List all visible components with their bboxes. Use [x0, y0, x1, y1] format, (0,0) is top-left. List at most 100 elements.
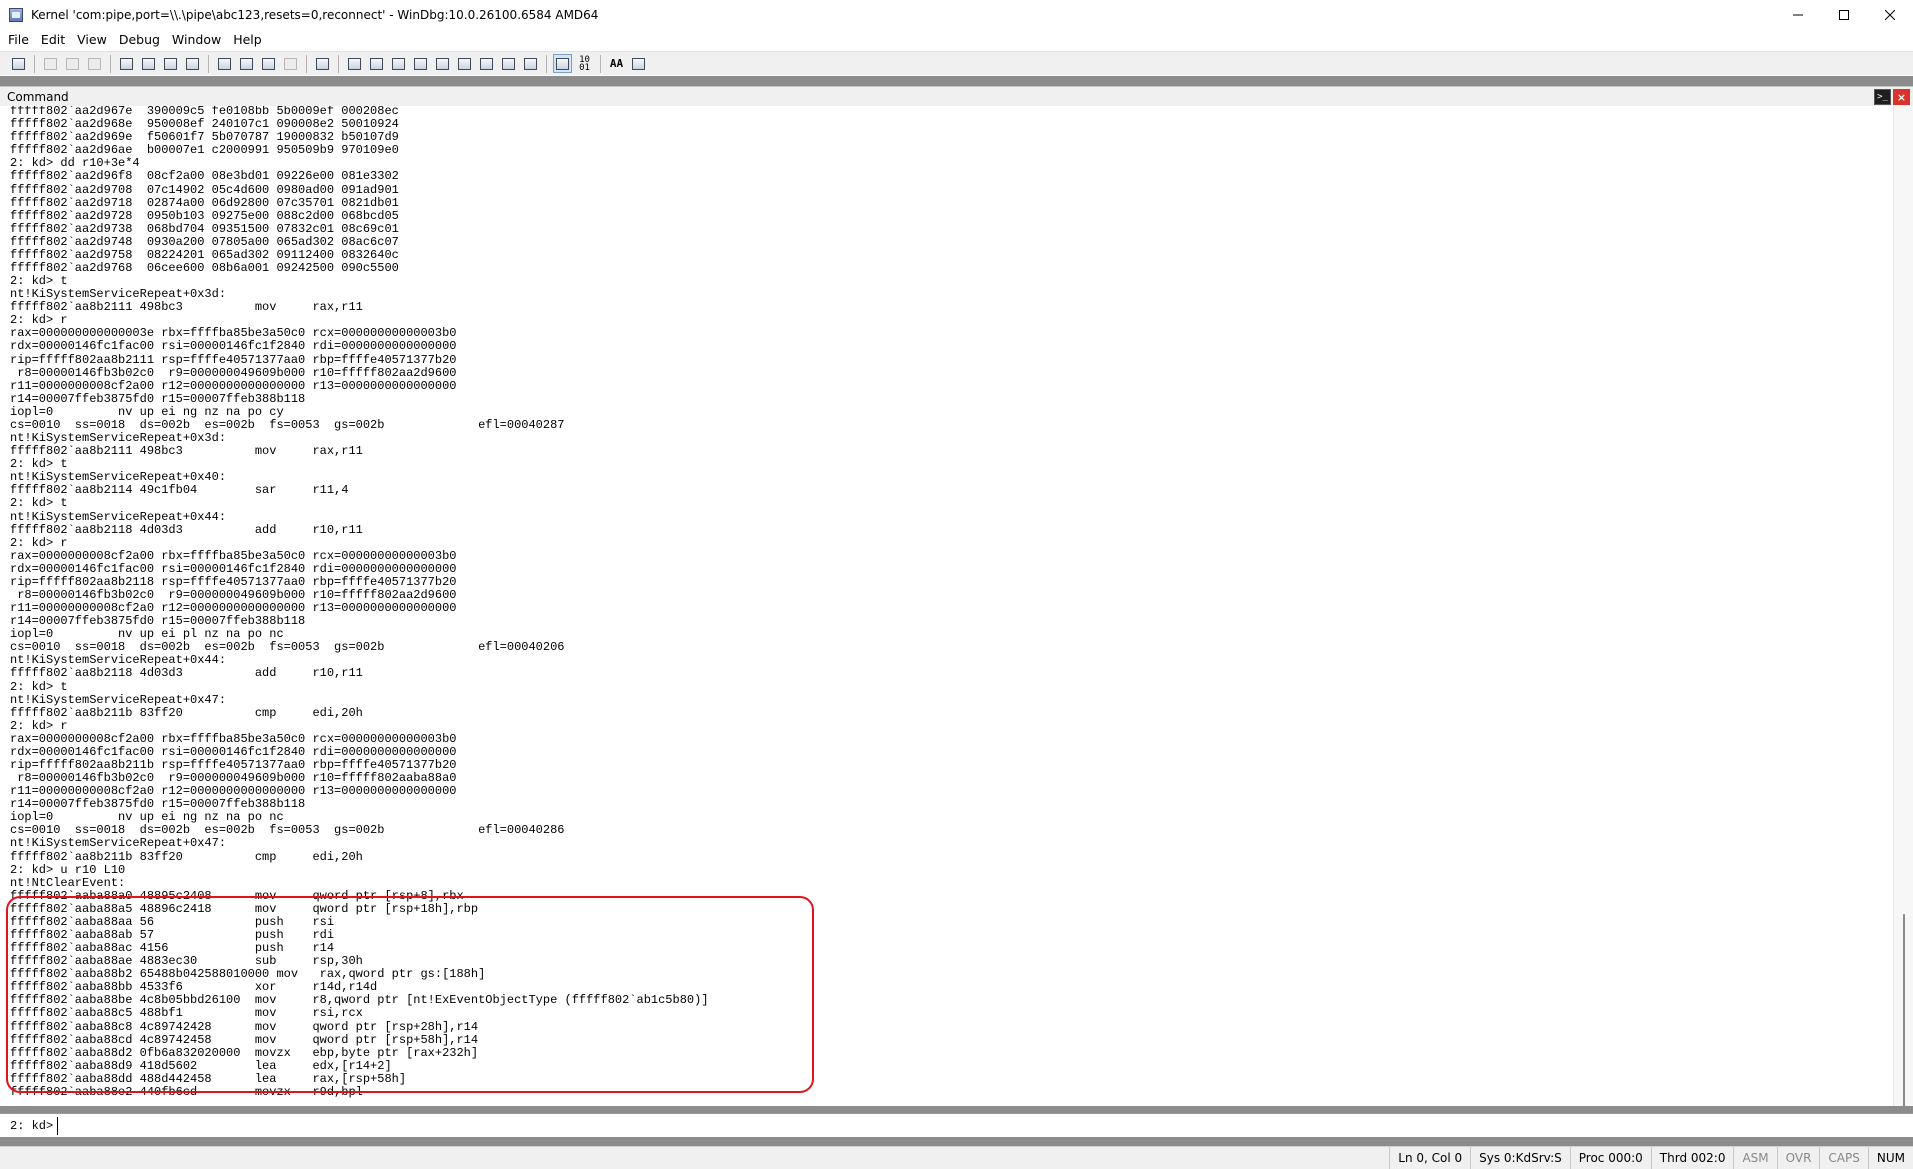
toolbar-separator — [600, 54, 601, 73]
output-line: fffff802`aa2d96f8 08cf2a00 08e3bd01 0922… — [10, 169, 399, 184]
hand-icon[interactable] — [313, 54, 332, 73]
output-line: iopl=0 nv up ei ng nz na po cy — [10, 404, 284, 419]
close-button[interactable] — [1867, 0, 1913, 30]
menu-edit[interactable]: Edit — [35, 30, 71, 50]
hex-display-icon[interactable]: 10 01 — [575, 54, 594, 73]
output-line: rdx=00000146fc1fac00 rsi=00000146fc1f284… — [10, 561, 457, 576]
source-mode-icon[interactable] — [553, 54, 572, 73]
window-controls — [1775, 0, 1913, 30]
window-title: Kernel 'com:pipe,port=\\.\pipe\abc123,re… — [31, 8, 599, 22]
toolbar-separator — [338, 54, 339, 73]
toolbar-separator — [546, 54, 547, 73]
output-line: 2: kd> t — [10, 679, 68, 694]
restart-icon[interactable] — [139, 54, 158, 73]
go-icon[interactable] — [117, 54, 136, 73]
command-prompt: 2: kd> — [10, 1118, 54, 1133]
command-prompt-icon[interactable]: >_ — [1874, 89, 1891, 105]
status-num: NUM — [1867, 1147, 1913, 1169]
watch-icon[interactable] — [367, 54, 386, 73]
stop-debugging-icon[interactable] — [161, 54, 180, 73]
output-line: fffff802`aa8b2111 498bc3 mov rax,r11 — [10, 300, 363, 315]
toolbar-separator — [306, 54, 307, 73]
output-line: 2: kd> u r10 L10 — [10, 862, 126, 877]
cut-icon[interactable] — [41, 54, 60, 73]
minimize-button[interactable] — [1775, 0, 1821, 30]
output-line: fffff802`aaba88c8 4c89742428 mov qword p… — [10, 1019, 479, 1034]
status-caps: CAPS — [1819, 1147, 1867, 1169]
menu-debug[interactable]: Debug — [113, 30, 166, 50]
output-line: fffff802`aa2d9748 0930a200 07805a00 065a… — [10, 234, 399, 249]
command-input[interactable] — [57, 1116, 1858, 1135]
maximize-button[interactable] — [1821, 0, 1867, 30]
font-label: AA — [609, 56, 624, 70]
command-window-icon[interactable] — [345, 54, 364, 73]
output-line: rdx=00000146fc1fac00 rsi=00000146fc1f284… — [10, 339, 457, 354]
status-bar: Ln 0, Col 0 Sys 0:KdSrv:S Proc 000:0 Thr… — [0, 1146, 1913, 1169]
output-line: fffff802`aa8b2118 4d03d3 add r10,r11 — [10, 666, 363, 681]
title-bar: Kernel 'com:pipe,port=\\.\pipe\abc123,re… — [0, 0, 1913, 30]
output-line: fffff802`aa2d9768 06cee600 08b6a001 0924… — [10, 261, 399, 276]
output-line: fffff802`aaba88cd 4c89742458 mov qword p… — [10, 1032, 479, 1047]
command-output[interactable]: fffff802`aa2d965e 3000000c 000000c5 0000… — [0, 106, 1893, 1106]
menu-file[interactable]: File — [2, 30, 35, 50]
command-window-title: Command — [7, 90, 69, 104]
output-line: fffff802`aa8b2118 4d03d3 add r10,r11 — [10, 522, 363, 537]
menu-view[interactable]: View — [71, 30, 113, 50]
registers-icon[interactable] — [411, 54, 430, 73]
status-line-col: Ln 0, Col 0 — [1389, 1147, 1470, 1169]
scrollbar-thumb[interactable] — [1903, 914, 1905, 1110]
paste-icon[interactable] — [85, 54, 104, 73]
break-icon[interactable] — [183, 54, 202, 73]
toolbar-separator — [208, 54, 209, 73]
output-line: fffff802`aaba88d2 0fb6a832020000 movzx e… — [10, 1045, 479, 1060]
processes-threads-icon[interactable] — [521, 54, 540, 73]
output-line: r8=00000146fb3b02c0 r9=000000049609b000 … — [10, 365, 457, 380]
output-line: rip=fffff802aa8b2111 rsp=ffffe40571377aa… — [10, 352, 457, 367]
open-icon[interactable] — [9, 54, 28, 73]
status-thread: Thrd 002:0 — [1650, 1147, 1734, 1169]
close-pane-icon[interactable]: × — [1893, 89, 1910, 105]
output-line: rax=0000000008cf2a00 rbx=ffffba85be3a50c… — [10, 548, 457, 563]
scratch-pad-icon[interactable] — [499, 54, 518, 73]
options-icon[interactable] — [629, 54, 648, 73]
output-line: nt!KiSystemServiceRepeat+0x47: — [10, 692, 227, 707]
output-line: fffff802`aaba88a5 48896c2418 mov qword p… — [10, 901, 479, 916]
disassembly-icon[interactable] — [477, 54, 496, 73]
status-system: Sys 0:KdSrv:S — [1470, 1147, 1570, 1169]
status-process: Proc 000:0 — [1569, 1147, 1651, 1169]
toolbar-separator — [110, 54, 111, 73]
output-line: r14=00007ffeb3875fd0 r15=00007ffeb388b11… — [10, 391, 306, 406]
run-to-cursor-icon[interactable] — [281, 54, 300, 73]
step-into-icon[interactable] — [215, 54, 234, 73]
hex-display-label: 10 01 — [579, 54, 590, 73]
maximize-icon — [1839, 10, 1849, 20]
output-line: fffff802`aaba88d9 418d5602 lea edx,[r14+… — [10, 1058, 392, 1073]
step-over-icon[interactable] — [237, 54, 256, 73]
output-line: fffff802`aa8b2111 498bc3 mov rax,r11 — [10, 444, 363, 459]
output-line: fffff802`aaba88e2 440fb6cd movzx r9d,bpl — [10, 1084, 363, 1099]
output-lines: fffff802`aa2d965e 3000000c 000000c5 0000… — [10, 106, 709, 1099]
menu-bar: File Edit View Debug Window Help — [0, 30, 1913, 50]
status-ovr: OVR — [1776, 1147, 1820, 1169]
step-out-icon[interactable] — [259, 54, 278, 73]
windbg-app-icon[interactable] — [9, 8, 23, 22]
menu-window[interactable]: Window — [166, 30, 227, 50]
output-line: fffff802`aa2d9718 02874a00 06d92800 07c3… — [10, 195, 399, 210]
vertical-scrollbar[interactable] — [1893, 106, 1913, 1110]
menu-help[interactable]: Help — [227, 30, 268, 50]
memory-icon[interactable] — [433, 54, 452, 73]
call-stack-icon[interactable] — [455, 54, 474, 73]
copy-icon[interactable] — [63, 54, 82, 73]
font-icon[interactable]: AA — [607, 54, 626, 73]
output-line: fffff802`aa2d9728 0950b103 09275e00 088c… — [10, 208, 399, 223]
output-line: fffff802`aa8b2114 49c1fb04 sar r11,4 — [10, 483, 349, 498]
output-line: fffff802`aa2d9708 07c14902 05c4d600 0980… — [10, 182, 399, 197]
output-line: nt!KiSystemServiceRepeat+0x47: — [10, 836, 227, 851]
locals-icon[interactable] — [389, 54, 408, 73]
output-line: rip=fffff802aa8b2118 rsp=ffffe40571377aa… — [10, 574, 457, 589]
status-asm: ASM — [1733, 1147, 1776, 1169]
command-window-area: Command >_ × fffff802`aa2d965e 3000000c … — [0, 76, 1913, 1146]
output-line: fffff802`aaba88dd 488d442458 lea rax,[rs… — [10, 1071, 407, 1086]
output-line: rax=0000000008cf2a00 rbx=ffffba85be3a50c… — [10, 731, 457, 746]
minimize-icon — [1793, 14, 1803, 16]
